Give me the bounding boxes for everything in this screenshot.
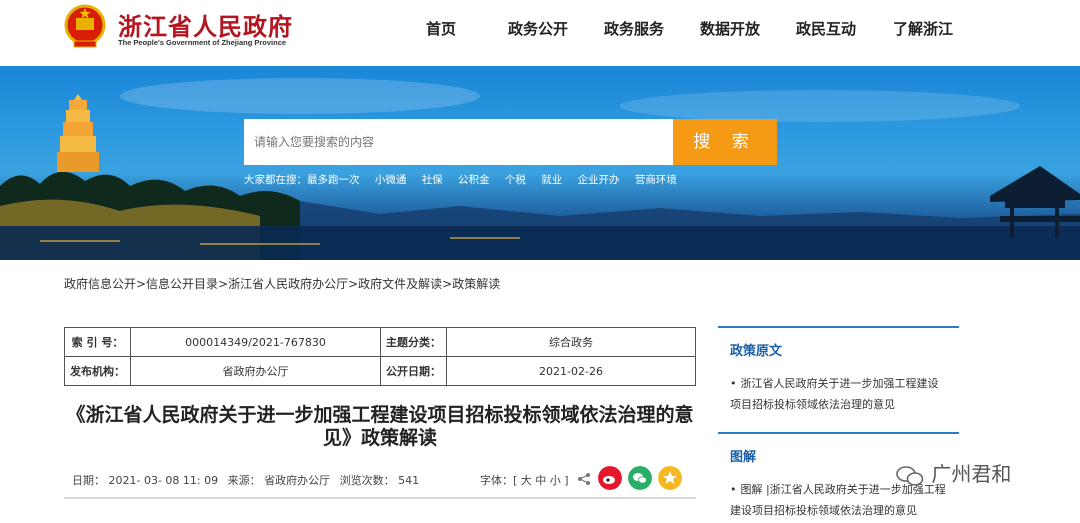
- bullet-icon: •: [730, 483, 737, 496]
- nav-gov-affairs-open[interactable]: 政务公开: [508, 18, 568, 39]
- issuer-label: 发布机构：: [64, 356, 131, 386]
- policy-original-heading[interactable]: 政策原文: [718, 328, 959, 359]
- article-meta: 日期： 2021- 03- 08 11: 09 来源： 省政府办公厅 浏览次数：…: [72, 472, 425, 488]
- category-value: 综合政务: [446, 327, 696, 357]
- wechat-icon[interactable]: [628, 466, 652, 490]
- site-header: 浙江省人民政府 The People's Government of Zheji…: [0, 0, 1080, 66]
- hot-link[interactable]: 企业开办: [578, 174, 620, 186]
- search-input[interactable]: [244, 119, 673, 165]
- wechat-watermark-icon: [896, 465, 924, 486]
- font-size-switcher[interactable]: 字体：[ 大 中 小 ]: [480, 472, 569, 488]
- share-icon[interactable]: [577, 472, 591, 486]
- meta-views: 浏览次数： 541: [339, 474, 420, 487]
- hot-link[interactable]: 就业: [541, 174, 562, 186]
- favorite-star-icon[interactable]: [658, 466, 682, 490]
- nav-about-zhejiang[interactable]: 了解浙江: [893, 18, 953, 39]
- main-nav: 首页 政务公开 政务服务 数据开放 政民互动 了解浙江: [0, 18, 1080, 40]
- nav-open-data[interactable]: 数据开放: [700, 18, 760, 39]
- meta-date: 日期： 2021- 03- 08 11: 09: [72, 474, 219, 487]
- search-button[interactable]: 搜 索: [673, 119, 777, 165]
- watermark-text: 广州君和: [931, 462, 1012, 486]
- meta-divider: [64, 497, 696, 499]
- graphic-link-text[interactable]: 图解 |浙江省人民政府关于进一步加强工程建设项目招标投标领域依法治理的意见: [730, 483, 946, 517]
- leifeng-pagoda-icon: [57, 94, 99, 172]
- nav-home[interactable]: 首页: [426, 18, 456, 39]
- article-title: 《浙江省人民政府关于进一步加强工程建设项目招标投标领域依法治理的意见》政策解读: [66, 404, 694, 449]
- document-info-table: 索 引 号： 000014349/2021-767830 主题分类： 综合政务 …: [64, 327, 696, 386]
- date-label: 公开日期：: [380, 356, 447, 386]
- policy-original-link-text[interactable]: 浙江省人民政府关于进一步加强工程建设项目招标投标领域依法治理的意见: [730, 377, 939, 411]
- bullet-icon: •: [730, 377, 737, 390]
- date-value: 2021-02-26: [446, 356, 696, 386]
- issuer-value: 省政府办公厅: [130, 356, 381, 386]
- hot-link[interactable]: 营商环境: [635, 174, 677, 186]
- weibo-icon[interactable]: [598, 466, 622, 490]
- hot-link[interactable]: 个税: [505, 174, 526, 186]
- hot-link[interactable]: 社保: [422, 174, 443, 186]
- policy-original-panel: 政策原文 • 浙江省人民政府关于进一步加强工程建设项目招标投标领域依法治理的意见: [718, 326, 959, 432]
- category-label: 主题分类：: [380, 327, 447, 357]
- index-value: 000014349/2021-767830: [130, 327, 381, 357]
- hot-search-label[interactable]: 大家都在搜：最多跑一次: [244, 174, 360, 186]
- hero-banner: 搜 索 大家都在搜：最多跑一次 小微通 社保 公积金 个税 就业 企业开办 营商…: [0, 66, 1080, 260]
- policy-original-link[interactable]: • 浙江省人民政府关于进一步加强工程建设项目招标投标领域依法治理的意见: [718, 373, 959, 415]
- watermark: 广州君和: [895, 458, 1011, 487]
- hot-link[interactable]: 公积金: [458, 174, 490, 186]
- index-label: 索 引 号：: [64, 327, 131, 357]
- nav-interaction[interactable]: 政民互动: [796, 18, 856, 39]
- breadcrumb[interactable]: 政府信息公开>信息公开目录>浙江省人民政府办公厅>政府文件及解读>政策解读: [64, 275, 500, 292]
- nav-gov-services[interactable]: 政务服务: [604, 18, 664, 39]
- hot-search-row: 大家都在搜：最多跑一次 小微通 社保 公积金 个税 就业 企业开办 营商环境: [244, 172, 689, 187]
- hot-link[interactable]: 小微通: [375, 174, 407, 186]
- meta-source: 来源： 省政府办公厅: [227, 474, 331, 487]
